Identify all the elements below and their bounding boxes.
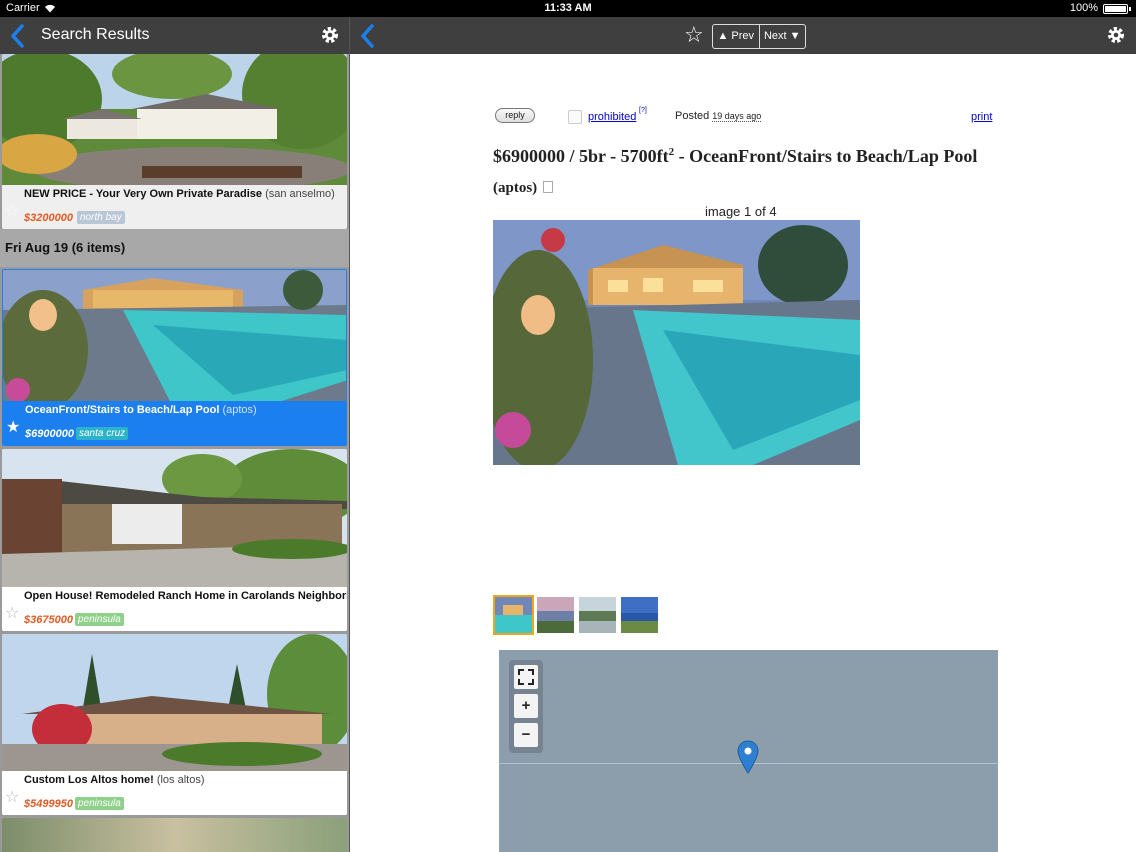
listing-price: $6900000 (25, 428, 74, 440)
listing-title: Custom Los Altos home! (los altos) (24, 774, 205, 786)
zoom-out-button[interactable]: − (514, 723, 538, 747)
location-map[interactable]: + − (499, 650, 998, 852)
listing-price: $3675000 (24, 614, 73, 626)
listing-title: OceanFront/Stairs to Beach/Lap Pool (apt… (25, 404, 257, 416)
clock: 11:33 AM (544, 2, 592, 14)
listing-caption: ☆ Custom Los Altos home! (los altos) $54… (2, 771, 347, 815)
favorite-star-icon[interactable]: ☆ (5, 201, 19, 221)
right-navbar: ☆ ▲ Prev Next ▼ (350, 17, 1136, 54)
listing-detail-pane: ☆ ▲ Prev Next ▼ reply prohibited [?] Pos… (350, 17, 1136, 852)
posted-ago: 19 days ago (712, 111, 762, 122)
posted-label: Posted (675, 110, 710, 122)
map-pin-icon[interactable] (737, 740, 759, 774)
thumbnail[interactable] (493, 595, 534, 635)
listing-photo (2, 449, 347, 587)
listing-photo (3, 270, 346, 401)
status-bar: Carrier 11:33 AM 100% (0, 0, 1136, 17)
listing-card[interactable] (2, 818, 347, 852)
battery-icon (1103, 4, 1131, 14)
hide-posting-icon[interactable] (543, 181, 554, 193)
pager: ▲ Prev Next ▼ (712, 24, 806, 49)
prohibited-help-link[interactable]: [?] (639, 107, 647, 114)
listing-area-tag: peninsula (75, 797, 124, 810)
image-counter: image 1 of 4 (705, 204, 777, 219)
left-navbar: Search Results (0, 17, 349, 54)
listing-price: $3200000 (24, 212, 73, 224)
listing-title: Open House! Remodeled Ranch Home in Caro… (24, 590, 347, 602)
posting-location: (aptos) (493, 180, 538, 196)
thumbnail[interactable] (577, 595, 618, 635)
listing-location: (los altos) (156, 774, 205, 786)
listing-title-text: Open House! Remodeled Ranch Home in Caro… (24, 590, 347, 602)
back-chevron-icon[interactable] (10, 24, 24, 48)
listing-location: (san anselmo) (265, 188, 335, 200)
flag-checkbox[interactable] (568, 110, 582, 124)
prev-button[interactable]: ▲ Prev (713, 25, 759, 48)
listing-caption: ☆ Open House! Remodeled Ranch Home in Ca… (2, 587, 347, 631)
listing-photo (2, 54, 347, 185)
battery-percent: 100% (1069, 2, 1098, 14)
thumbnail-strip (493, 595, 660, 635)
listing-location: (aptos) (222, 404, 257, 416)
listing-card[interactable]: ☆ NEW PRICE - Your Very Own Private Para… (2, 54, 347, 229)
prohibited-link[interactable]: prohibited (588, 111, 636, 123)
map-controls: + − (509, 660, 543, 753)
posting-title-rest: - OceanFront/Stairs to Beach/Lap Pool (674, 146, 978, 166)
listing-caption: ☆ NEW PRICE - Your Very Own Private Para… (2, 185, 347, 229)
left-nav-title: Search Results (41, 26, 150, 43)
listing-area-tag: peninsula (75, 613, 124, 626)
posted-date: Posted 19 days ago (675, 110, 762, 122)
thumbnail[interactable] (619, 595, 660, 635)
listing-area-tag: north bay (77, 211, 125, 224)
favorite-star-icon[interactable]: ☆ (5, 603, 19, 623)
print-link[interactable]: print (971, 111, 992, 123)
favorite-star-icon[interactable]: ☆ (684, 24, 704, 46)
listing-area-tag: santa cruz (76, 427, 129, 440)
listing-card[interactable]: ☆ Open House! Remodeled Ranch Home in Ca… (2, 449, 347, 631)
listing-photo (2, 818, 347, 852)
listing-price: $5499950 (24, 798, 73, 810)
gear-icon[interactable] (1106, 25, 1126, 45)
listing-title: NEW PRICE - Your Very Own Private Paradi… (24, 188, 335, 200)
listing-caption: ★ OceanFront/Stairs to Beach/Lap Pool (a… (3, 401, 346, 445)
favorite-star-icon[interactable]: ☆ (5, 787, 19, 807)
listing-card[interactable]: ☆ Custom Los Altos home! (los altos) $54… (2, 634, 347, 815)
back-chevron-icon[interactable] (360, 24, 374, 48)
next-button[interactable]: Next ▼ (758, 25, 806, 48)
listing-title-text: NEW PRICE - Your Very Own Private Paradi… (24, 188, 263, 200)
listing-photo (2, 634, 347, 771)
search-results-pane: Search Results ☆ NEW PRICE - Your Very O… (0, 17, 349, 852)
favorite-star-icon[interactable]: ★ (6, 417, 20, 437)
reply-button[interactable]: reply (495, 108, 535, 123)
day-header: Fri Aug 19 (6 items) (0, 229, 349, 267)
zoom-in-button[interactable]: + (514, 694, 538, 718)
thumbnail[interactable] (535, 595, 576, 635)
listing-title-text: OceanFront/Stairs to Beach/Lap Pool (25, 404, 220, 416)
main-photo[interactable] (493, 220, 860, 465)
listing-title-text: Custom Los Altos home! (24, 774, 154, 786)
gear-icon[interactable] (320, 25, 340, 45)
posting-title: $6900000 / 5br - 5700ft2 - OceanFront/St… (493, 137, 993, 203)
posting-title-main: $6900000 / 5br - 5700ft (493, 146, 669, 166)
listing-card[interactable]: ★ OceanFront/Stairs to Beach/Lap Pool (a… (2, 269, 347, 446)
fullscreen-icon[interactable] (514, 665, 538, 689)
